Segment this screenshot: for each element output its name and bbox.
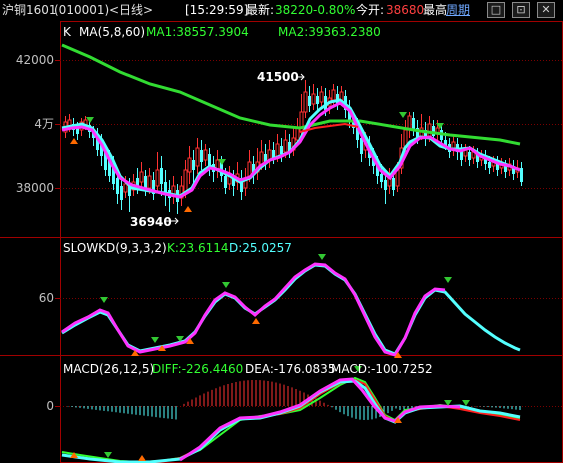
macd-diff-line [61,378,521,463]
y-tick-kd-60: 60 [38,291,54,305]
candle-body [139,171,144,183]
candle-body [120,186,123,200]
candle-body [331,89,336,101]
macd-magenta-line [179,377,461,462]
candle-body [380,174,383,182]
candle-body [275,143,280,157]
kd-k-value: K:23.6114 [167,241,229,255]
candle-body [468,152,471,160]
candle-body [412,118,415,130]
candle-body [316,96,319,104]
candle-body [155,169,160,187]
candle-body [283,139,288,153]
candle-body [187,157,192,173]
candle-body [200,150,203,162]
candle-body [392,178,395,190]
ma60-line [61,43,521,146]
candle-body [259,151,264,165]
y-tick-42000: 42000 [15,53,54,67]
macd-dea-line [61,376,521,463]
macd-indicator-name: MACD(26,12,5) [63,362,155,376]
macd-dea-value: DEA:-176.0835 [245,362,336,376]
ma-short-line-magenta [61,101,521,199]
macd-diff-value: DIFF:-226.4460 [152,362,244,376]
candle-body [295,127,300,141]
candle-body [520,168,523,182]
candle-body [116,178,119,194]
candle-body [192,160,195,170]
macd-cyan-line [61,379,521,463]
candle-body [427,123,432,137]
candle-body [147,175,152,189]
kd-d-line [61,263,521,356]
candle-body [308,96,311,106]
candle-body [160,168,163,184]
main-ma-params: MA(5,8,60) [79,25,146,39]
ma2-value: MA2:39363.2380 [278,25,381,39]
high-price-annotation: 41500 [257,70,299,84]
y-tick-macd-0: 0 [46,399,54,413]
candle-body [280,146,283,154]
y-axis-ticks [55,60,60,407]
ma1-value: MA1:38557.3904 [146,25,249,39]
candle-body [384,180,387,190]
candle-body [403,129,408,147]
candle-body [319,91,324,103]
candle-body [488,162,491,168]
candle-body [432,126,435,136]
candle-body [164,182,167,192]
candle-body [195,147,200,167]
kd-k-line [61,262,446,357]
candle-body [311,93,316,105]
y-tick-38000: 38000 [15,181,54,195]
kd-indicator-name: SLOWKD(9,3,3,2) [63,241,167,255]
candle-body [224,176,227,188]
main-indicator-name: K [63,25,71,39]
candle-body [144,176,147,188]
candle-body [504,166,507,172]
signal-arrows-kd [100,254,452,358]
low-price-annotation: 36940 [130,215,172,229]
kd-d-value: D:25.0257 [229,241,292,255]
candle-body [208,154,211,166]
candle-body [123,183,128,193]
y-tick-40000: 4万 [34,117,54,131]
candle-body [303,91,308,113]
macd-macd-value: MACD:-100.7252 [331,362,433,376]
macd-histogram [67,380,521,420]
candle-body [247,161,252,177]
candle-body [203,149,208,161]
